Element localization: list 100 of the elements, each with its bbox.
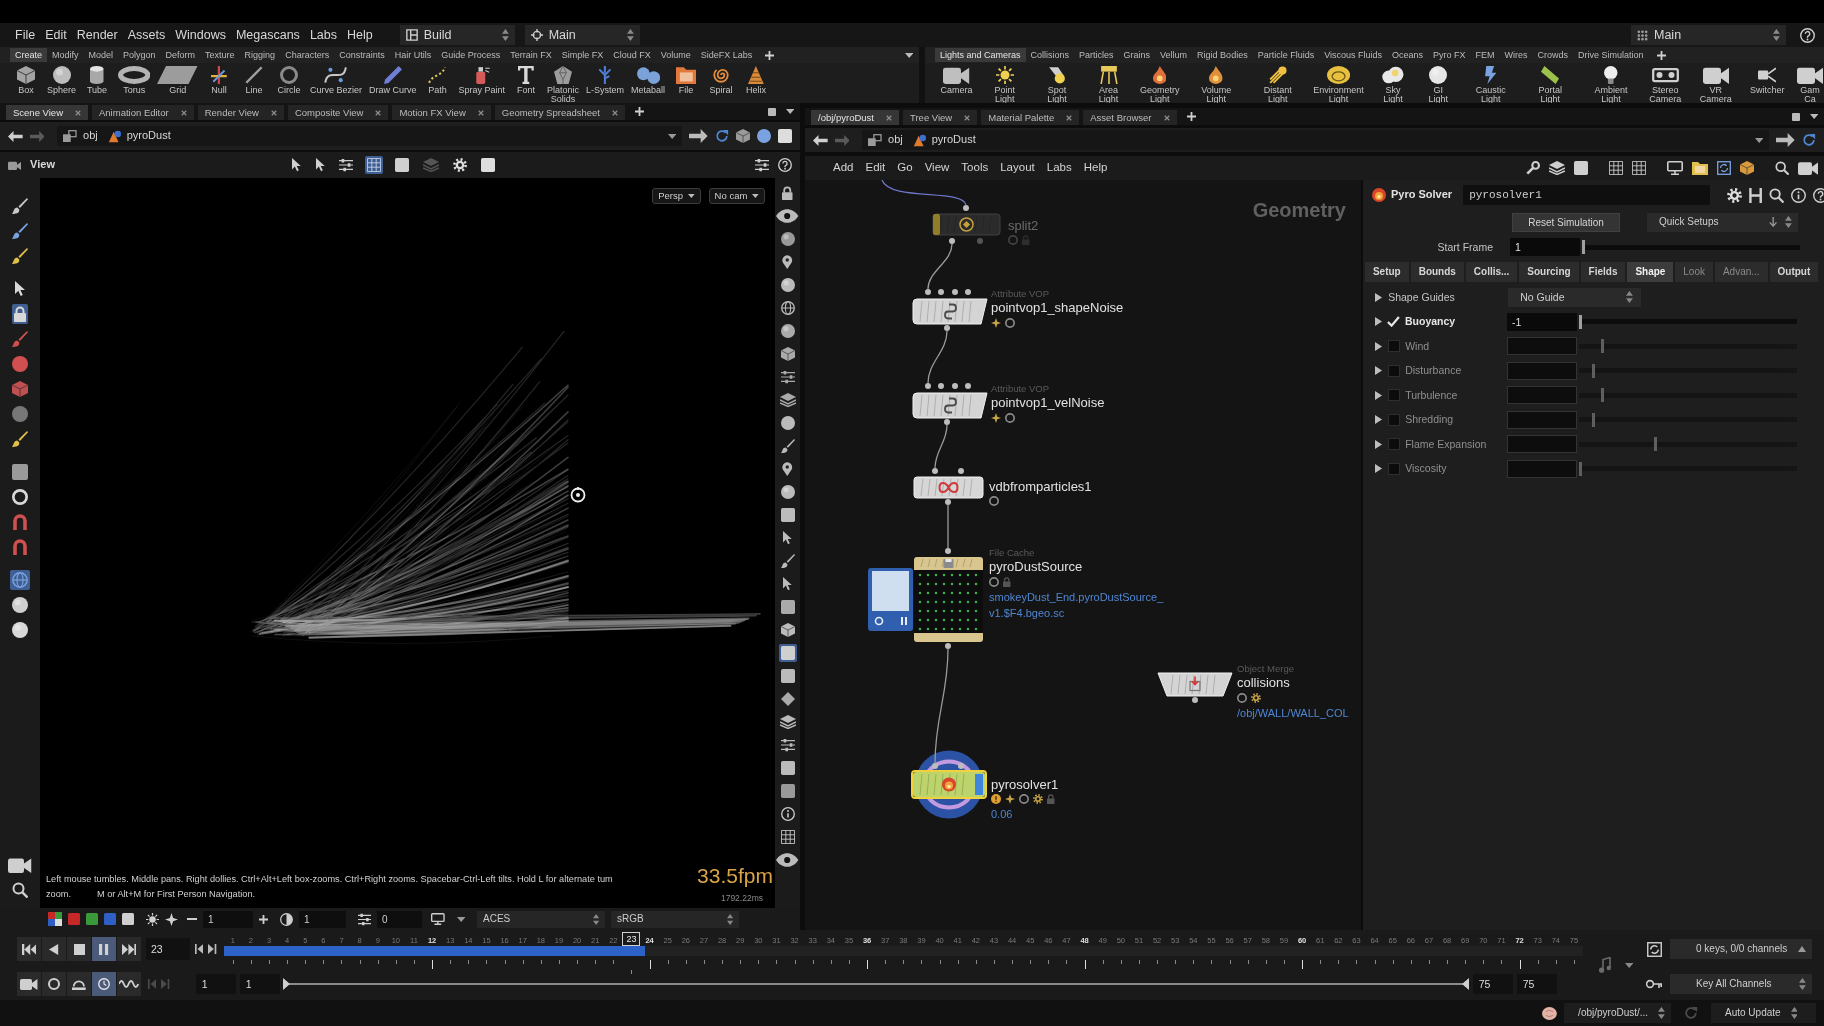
input-port[interactable] [965,289,971,295]
gamma-field[interactable]: 1 [299,910,346,928]
square-icon[interactable] [393,156,412,174]
shelf-tool[interactable]: Switcher [1750,66,1784,95]
pin-icon[interactable] [780,460,795,478]
square-icon[interactable] [778,644,797,662]
current-frame-marker[interactable]: 23 [622,932,641,946]
shelf-tab[interactable]: Particle Fluids [1252,48,1320,62]
pane-tab[interactable]: /obj/pyroDust [811,110,899,125]
value-field[interactable]: -1 [1507,312,1577,331]
pane-tab[interactable]: Material Palette [981,110,1080,125]
ring-icon[interactable] [1019,794,1029,804]
pivot-icon[interactable] [570,487,586,503]
shelf-tab[interactable]: SideFX Labs [695,48,758,62]
monitor-icon[interactable] [431,913,445,925]
sparkle-icon[interactable] [165,912,178,926]
lock-icon[interactable] [12,304,28,324]
brush-icon[interactable] [10,246,30,266]
value-field[interactable] [1507,337,1578,356]
swatch-icon[interactable] [48,912,62,926]
ring-icon[interactable] [989,576,999,587]
shelf-tool[interactable]: Sky Light [1375,66,1411,103]
update-mode-dropdown[interactable]: Auto Update [1711,1003,1816,1023]
view-transform-dropdown[interactable]: sRGB [611,910,740,928]
expand-arrow-icon[interactable] [1375,390,1383,400]
shelf-tab[interactable]: Drive Simulation [1573,48,1649,62]
expand-arrow-icon[interactable] [1375,292,1383,302]
ring-icon[interactable] [1005,317,1015,328]
brush-icon[interactable] [10,221,30,241]
close-icon[interactable] [1066,114,1073,121]
slider-thumb[interactable] [1592,412,1596,427]
plus-icon[interactable] [259,914,268,924]
shelf-tool[interactable]: Spot Light [1037,66,1077,103]
pane-tab[interactable]: Tree View [903,110,978,125]
search-icon[interactable] [10,880,30,900]
value-field[interactable] [1507,410,1578,429]
caret-icon[interactable] [668,133,677,139]
caret-icon[interactable] [785,109,794,114]
swatch-icon[interactable] [86,913,98,925]
value-field[interactable] [1507,435,1578,454]
view-menu-button[interactable]: Persp [652,188,701,204]
shelf-tab[interactable]: Polygon [118,48,161,62]
shelf-tool[interactable]: Circle [274,66,303,95]
transport-button[interactable] [67,937,91,961]
close-icon[interactable] [612,109,618,116]
shelf-tab[interactable]: Constraints [334,48,390,62]
menu-item[interactable]: View [918,161,956,175]
frame-field[interactable]: 23 [146,938,190,960]
wrench-icon[interactable] [1525,161,1540,175]
cache-preview-panel[interactable] [868,568,913,631]
ring-icon[interactable] [989,496,999,506]
ring-icon[interactable] [1237,692,1247,703]
camera-icon[interactable] [1797,161,1818,175]
toggle-button[interactable] [17,972,41,996]
offset-field[interactable]: 0 [377,910,422,928]
menu-item[interactable]: Add [827,161,860,175]
transport-button[interactable] [92,937,116,961]
shelf-tab[interactable]: Model [83,48,119,62]
blob-icon[interactable] [1542,1006,1558,1020]
plus-icon[interactable] [635,107,644,116]
checkbox[interactable] [1388,413,1401,426]
range-field[interactable]: 75 [1516,974,1557,994]
shelf-tool[interactable]: Ambient Light [1584,66,1638,103]
eye-icon[interactable] [774,207,801,225]
input-port[interactable] [938,383,944,389]
swatch-icon[interactable] [68,913,80,925]
grid-icon[interactable] [778,828,797,846]
menu-item[interactable]: Tools [955,161,995,175]
path-dropdown[interactable]: /obj/pyroDust/... [1564,1003,1671,1023]
eye-icon[interactable] [774,851,801,869]
shelf-tab[interactable]: Crowds [1532,48,1574,62]
shelf-tool[interactable]: Gam Ca [1796,66,1824,103]
lock-icon[interactable] [780,184,795,202]
shelf-tool[interactable]: Null [204,66,233,95]
square-icon[interactable] [479,156,498,174]
square-icon[interactable] [778,598,797,616]
shelf-tab[interactable]: Rigid Bodies [1192,48,1253,62]
slider-thumb[interactable] [1600,339,1604,354]
menu-item[interactable]: Render [71,27,123,43]
pin-icon[interactable] [780,253,795,271]
path-bar[interactable]: obj pyroDust [862,130,1770,150]
transport-button[interactable] [42,937,66,961]
layers-icon[interactable] [777,391,798,409]
sphere-icon[interactable] [778,276,797,294]
grid-icon[interactable] [365,156,384,174]
shelf-tool[interactable]: Camera [941,66,973,95]
search-icon[interactable] [1769,187,1785,203]
key-icon[interactable] [1646,979,1662,989]
plus-icon[interactable] [1656,50,1666,60]
caret-icon[interactable] [456,916,466,922]
output-port[interactable] [1192,697,1198,703]
value-field[interactable] [1507,386,1578,405]
shelf-tool[interactable]: Stereo Camera [1649,66,1681,103]
shelf-tool[interactable]: Point Light [984,66,1026,103]
value-field[interactable] [1507,459,1578,478]
quick-setups-dropdown[interactable]: Quick Setups [1647,212,1798,232]
swatch-icon[interactable] [122,913,134,925]
shelf-tab[interactable]: Grains [1118,48,1156,62]
shelf-tab[interactable]: Pyro FX [1428,48,1471,62]
node-name-field[interactable]: pyrosolver1 [1463,185,1711,205]
